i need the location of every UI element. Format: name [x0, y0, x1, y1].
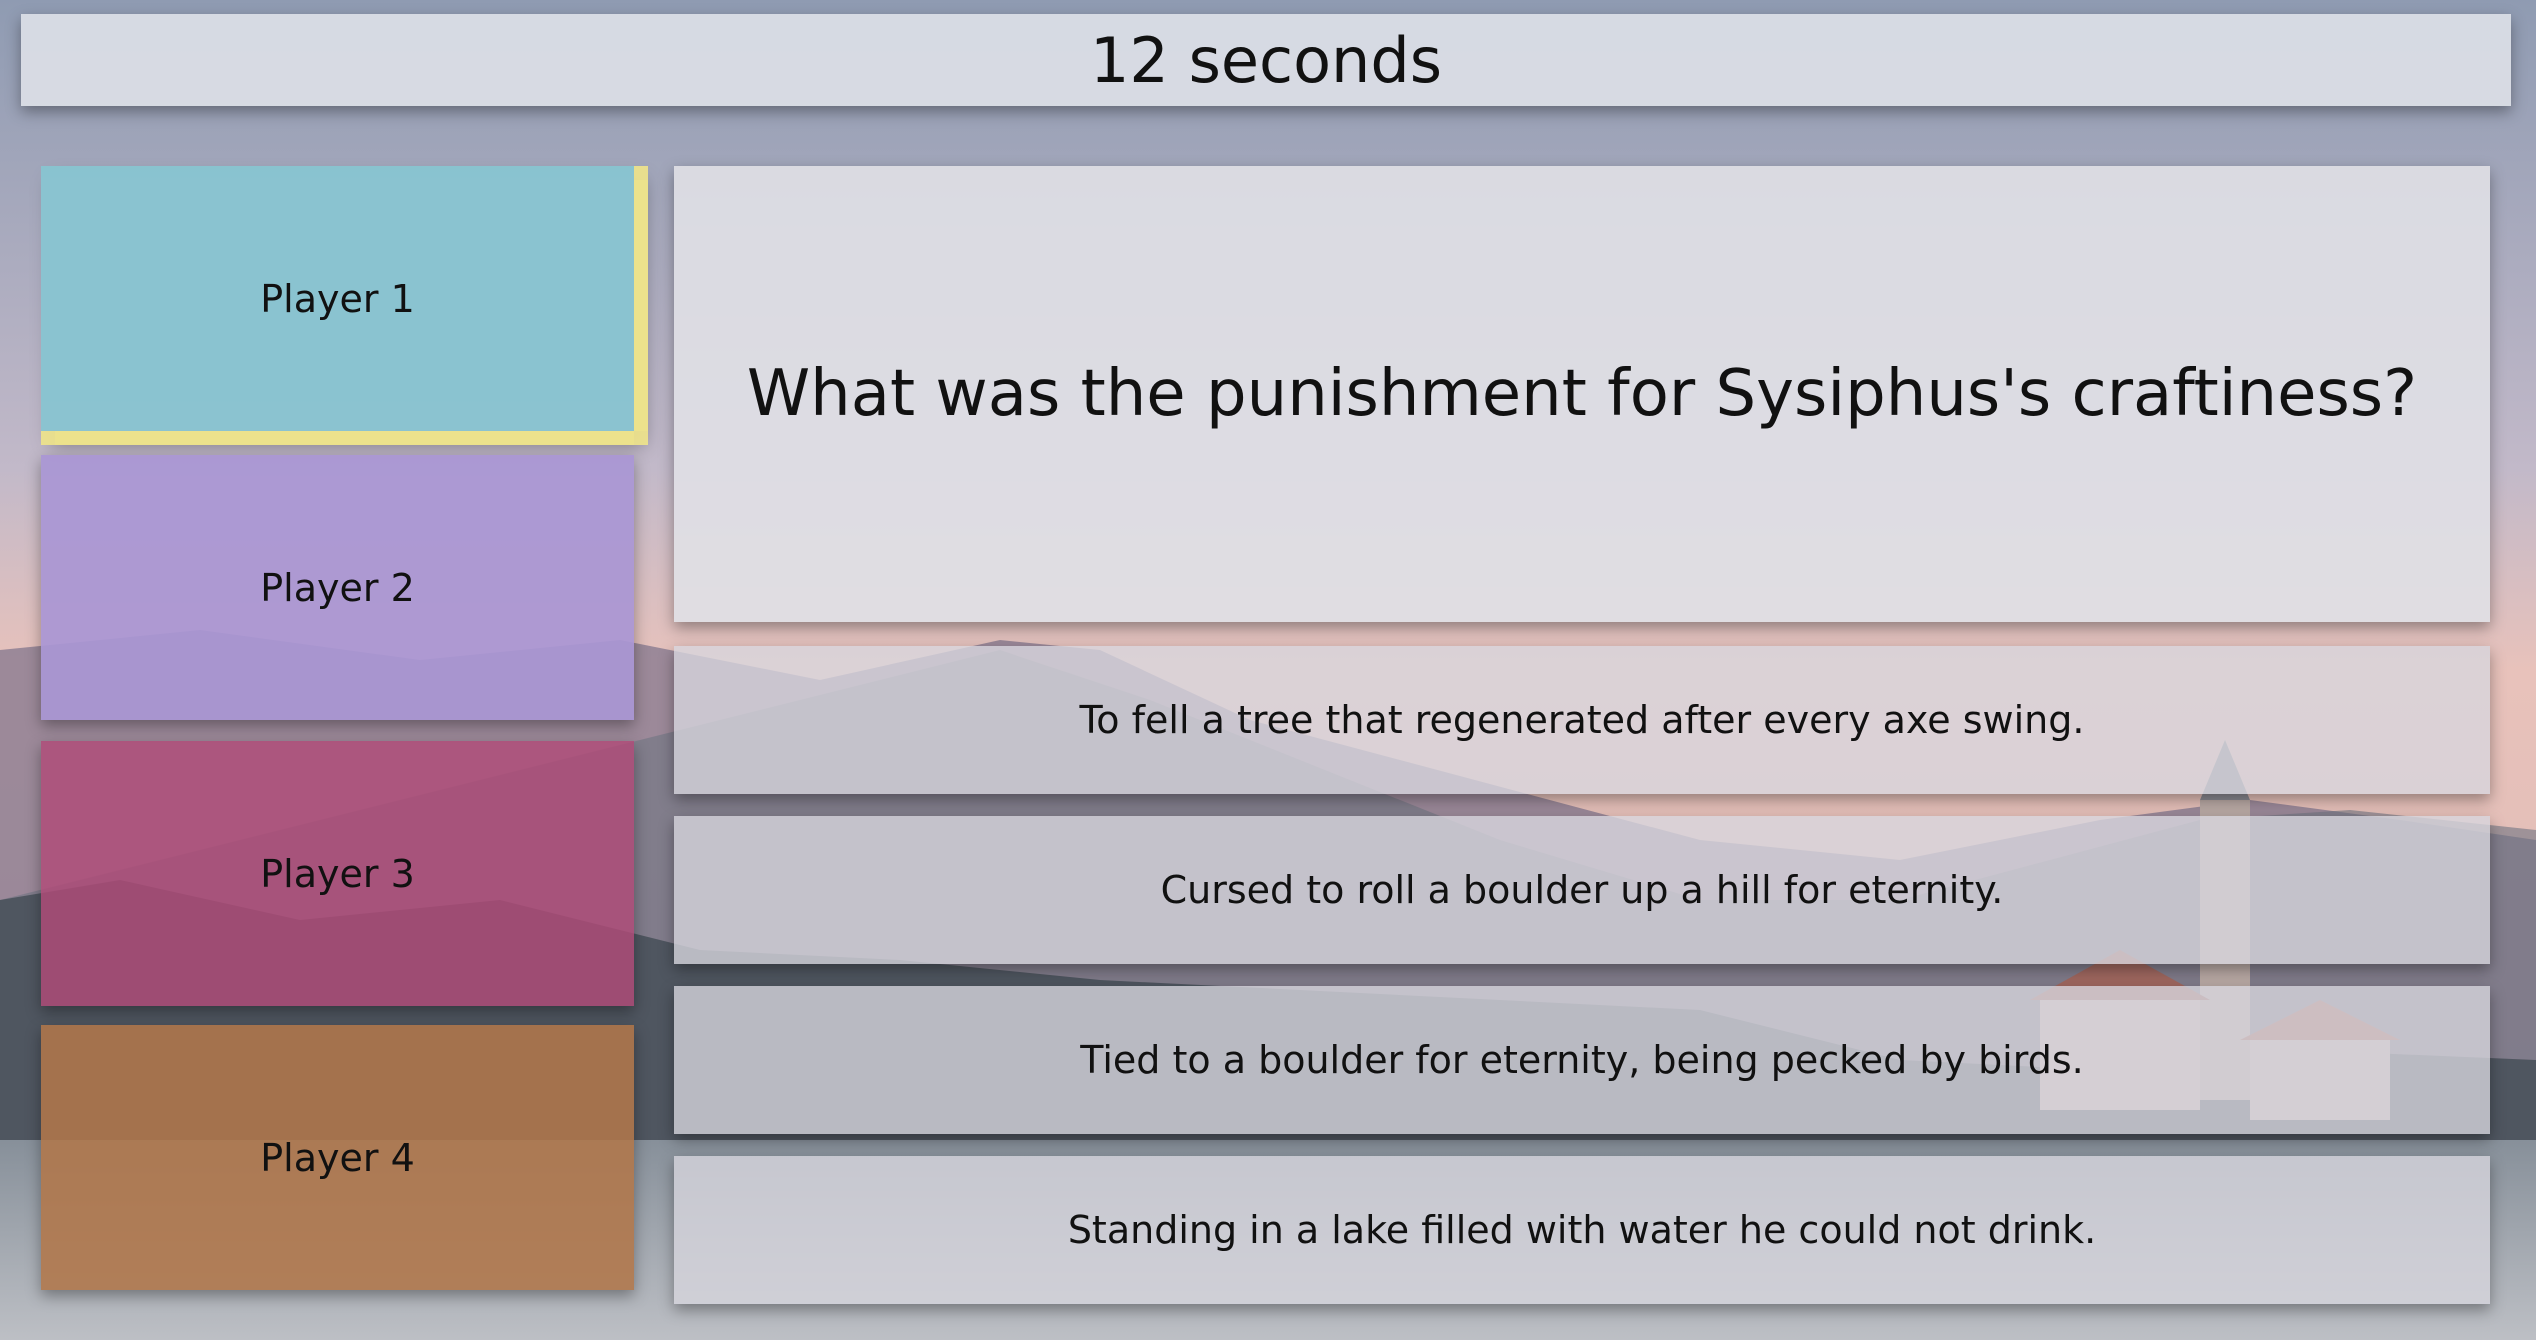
player-label: Player 4 — [260, 1135, 415, 1180]
player-label: Player 2 — [260, 565, 415, 610]
question-text: What was the punishment for Sysiphus's c… — [746, 357, 2418, 431]
answer-text: Tied to a boulder for eternity, being pe… — [1080, 1038, 2084, 1082]
player-card-2[interactable]: Player 2 — [41, 455, 634, 720]
timer-bar: 12 seconds — [21, 14, 2511, 106]
answer-option-1[interactable]: To fell a tree that regenerated after ev… — [674, 646, 2490, 794]
answer-text: To fell a tree that regenerated after ev… — [1079, 698, 2085, 742]
player-card-1[interactable]: Player 1 — [41, 166, 634, 431]
player-label: Player 3 — [260, 851, 415, 896]
player-card-4[interactable]: Player 4 — [41, 1025, 634, 1290]
timer-label: 12 seconds — [1089, 23, 1443, 97]
answer-option-3[interactable]: Tied to a boulder for eternity, being pe… — [674, 986, 2490, 1134]
question-panel: What was the punishment for Sysiphus's c… — [674, 166, 2490, 622]
answer-option-2[interactable]: Cursed to roll a boulder up a hill for e… — [674, 816, 2490, 964]
answer-option-4[interactable]: Standing in a lake filled with water he … — [674, 1156, 2490, 1304]
answer-text: Standing in a lake filled with water he … — [1067, 1208, 2097, 1252]
answer-text: Cursed to roll a boulder up a hill for e… — [1160, 868, 2004, 912]
player-card-3[interactable]: Player 3 — [41, 741, 634, 1006]
player-label: Player 1 — [260, 276, 415, 321]
